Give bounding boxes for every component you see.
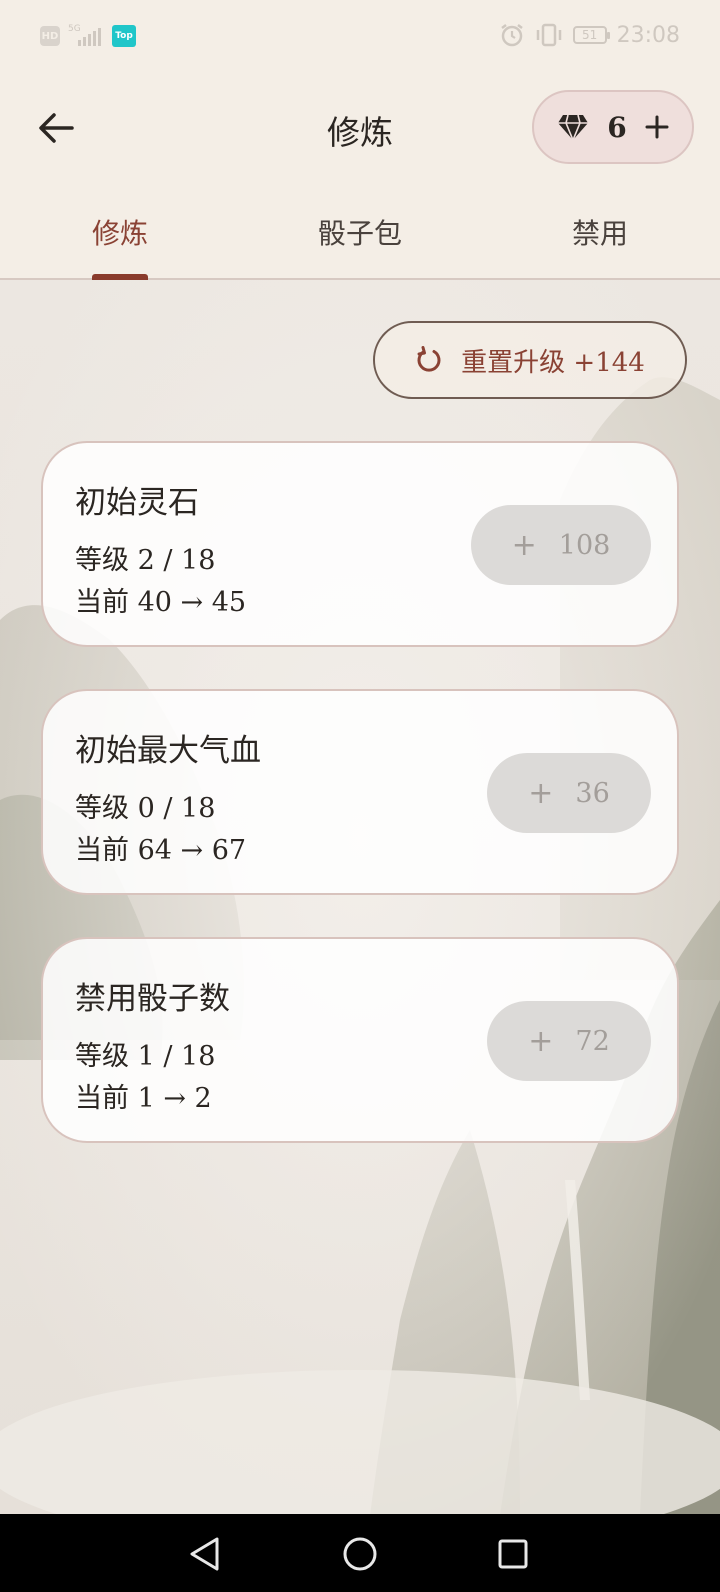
clock: 23:08 [616,22,680,48]
upgrade-cost: 72 [575,1025,610,1057]
card-current-value: 当前 64 → 67 [75,835,247,866]
arrow-left-icon [39,113,74,143]
upgrade-card: 初始灵石 等级 2 / 18 当前 40 → 45 + 108 [41,441,679,647]
battery-level: 51 [581,28,598,42]
gem-balance-button[interactable]: 6 [532,90,694,164]
card-title: 初始最大气血 [75,733,261,769]
square-recents-icon [498,1539,528,1569]
gem-count: 6 [607,110,627,144]
upgrade-cost: 36 [575,777,610,809]
tab-dice-bag[interactable]: 骰子包 [240,212,480,252]
nav-back-button[interactable] [183,1532,227,1576]
status-bar: HD 5G Top 51 23:08 [0,0,720,72]
circle-home-icon [343,1537,377,1571]
signal-icon: 5G [68,24,104,48]
plus-icon: + [511,527,537,563]
nav-home-button[interactable] [338,1532,382,1576]
upgrade-card: 禁用骰子数 等级 1 / 18 当前 1 → 2 + 72 [41,937,679,1143]
tab-disabled[interactable]: 禁用 [480,212,720,252]
card-current-value: 当前 40 → 45 [75,587,247,618]
status-right: 51 23:08 [499,22,680,48]
refresh-icon [417,346,441,372]
alarm-icon [500,24,523,47]
upgrade-cost: 108 [558,529,611,561]
app-header: 修炼 6 [0,72,720,182]
tab-cultivate[interactable]: 修炼 [0,212,240,252]
battery-icon: 51 [572,26,610,44]
app-badge-icon: Top [112,25,136,47]
reset-upgrades-button[interactable]: 重置升级 +144 [373,321,687,399]
card-level: 等级 2 / 18 [75,545,216,576]
reset-upgrades-label: 重置升级 +144 [461,347,645,378]
card-title: 禁用骰子数 [75,981,230,1017]
status-left: HD 5G Top [40,24,136,48]
card-title: 初始灵石 [75,485,199,521]
card-level: 等级 0 / 18 [75,793,216,824]
card-current-value: 当前 1 → 2 [75,1083,212,1114]
upgrade-button[interactable]: + 108 [471,505,651,585]
upgrade-card: 初始最大气血 等级 0 / 18 当前 64 → 67 + 36 [41,689,679,895]
plus-icon [645,115,669,139]
vibrate-icon [536,23,561,47]
upgrade-button[interactable]: + 36 [487,753,651,833]
upgrade-button[interactable]: + 72 [487,1001,651,1081]
tab-bar: 修炼 骰子包 禁用 [0,200,720,280]
triangle-back-icon [190,1537,219,1571]
plus-icon: + [528,1023,554,1059]
back-button[interactable] [30,102,82,154]
hd-icon: HD [40,26,60,46]
plus-icon: + [528,775,554,811]
diamond-icon [558,114,589,141]
system-nav-bar [0,1514,720,1592]
nav-recents-button[interactable] [491,1532,535,1576]
card-level: 等级 1 / 18 [75,1041,216,1072]
